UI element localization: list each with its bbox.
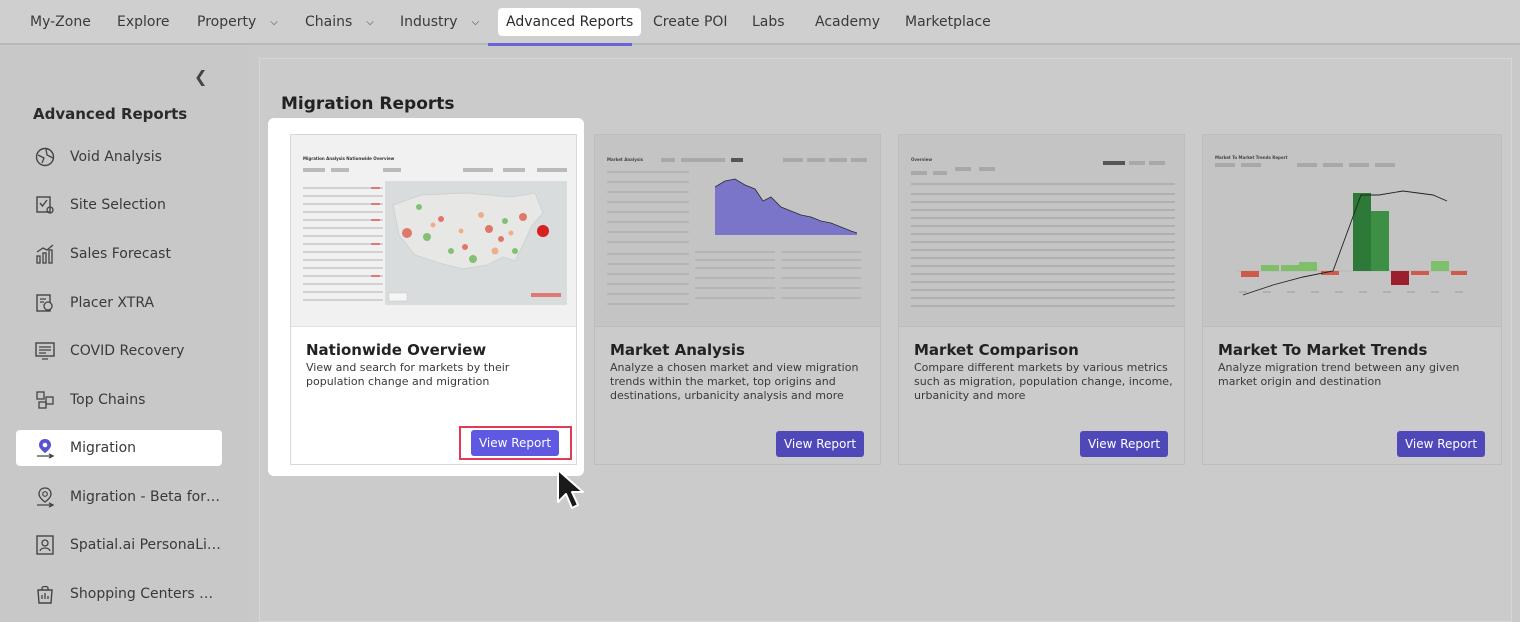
report-thumbnail: Migration Analysis Nationwide Overview bbox=[291, 135, 576, 327]
card-title: Nationwide Overview bbox=[306, 341, 487, 359]
sidebar-item-void-analysis[interactable]: Void Analysis bbox=[16, 139, 222, 175]
report-card-nationwide-overview[interactable]: Migration Analysis Nationwide Overview N… bbox=[290, 134, 577, 465]
card-title: Market To Market Trends bbox=[1218, 341, 1428, 359]
view-report-button[interactable]: View Report bbox=[1397, 431, 1485, 457]
nav-marketplace[interactable]: Marketplace bbox=[905, 8, 991, 36]
void-analysis-icon bbox=[35, 147, 55, 167]
active-tab-indicator bbox=[488, 43, 632, 46]
shopping-centers-icon bbox=[37, 585, 53, 604]
card-description: Compare different markets by various met… bbox=[914, 361, 1173, 402]
chevron-down-icon: ⌵ bbox=[270, 17, 278, 28]
sales-forecast-icon bbox=[36, 244, 54, 264]
report-card-market-to-market-trends[interactable]: Market To Market Trends Report Market To… bbox=[1202, 134, 1502, 465]
nav-academy[interactable]: Academy bbox=[815, 8, 880, 36]
card-description: View and search for markets by their pop… bbox=[306, 361, 510, 388]
page-title: Migration Reports bbox=[281, 94, 455, 114]
report-card-market-comparison[interactable]: Overview Market Comparison Compare diffe… bbox=[898, 134, 1185, 465]
sidebar-item-migration-beta[interactable]: Migration - Beta for Tes... bbox=[16, 479, 222, 515]
view-report-button[interactable]: View Report bbox=[776, 431, 864, 457]
mouse-pointer-icon bbox=[557, 469, 584, 509]
migration-icon bbox=[37, 439, 55, 459]
report-card-market-analysis[interactable]: Market Analysis Market Analysis Analyze … bbox=[594, 134, 881, 465]
view-report-highlight-outline bbox=[459, 426, 572, 460]
top-chains-icon bbox=[36, 391, 54, 409]
market-comparison-thumbnail bbox=[911, 161, 1175, 307]
card-title: Market Analysis bbox=[610, 341, 745, 359]
site-selection-icon bbox=[36, 196, 54, 214]
top-navigation: My-Zone Explore Property ⌵ Chains ⌵ Indust… bbox=[0, 0, 1520, 46]
card-description: Analyze migration trend between any give… bbox=[1218, 361, 1460, 388]
sidebar-item-persona-live[interactable]: Spatial.ai PersonaLive bbox=[16, 527, 222, 563]
sidebar-item-placer-xtra[interactable]: Placer XTRA bbox=[16, 285, 222, 321]
chevron-down-icon: ⌵ bbox=[471, 17, 480, 28]
sidebar-title: Advanced Reports bbox=[33, 105, 188, 123]
collapse-sidebar-icon[interactable]: ❮ bbox=[194, 67, 207, 86]
nav-create-poi[interactable]: Create POI bbox=[653, 8, 728, 36]
card-description: Analyze a chosen market and view migrati… bbox=[610, 361, 859, 402]
nav-industry[interactable]: Industry ⌵ bbox=[400, 8, 479, 36]
persona-live-icon bbox=[36, 535, 54, 555]
nationwide-map-thumbnail bbox=[303, 168, 567, 305]
nav-advanced-reports[interactable]: Advanced Reports bbox=[498, 8, 642, 36]
chevron-down-icon: ⌵ bbox=[366, 17, 374, 28]
sidebar-item-site-selection[interactable]: Site Selection bbox=[16, 187, 222, 223]
report-thumbnail: Market Analysis bbox=[595, 135, 880, 327]
card-title: Market Comparison bbox=[914, 341, 1079, 359]
placer-xtra-icon bbox=[36, 294, 53, 312]
market-analysis-thumbnail bbox=[607, 158, 867, 305]
report-thumbnail: Overview bbox=[899, 135, 1184, 327]
sidebar-item-migration[interactable]: Migration bbox=[16, 430, 222, 466]
sidebar-item-top-chains[interactable]: Top Chains bbox=[16, 382, 222, 418]
nav-chains[interactable]: Chains ⌵ bbox=[305, 8, 374, 36]
market-trends-thumbnail bbox=[1215, 163, 1469, 296]
sidebar-item-shopping-centers[interactable]: Shopping Centers Benc... bbox=[16, 576, 222, 612]
sidebar-item-sales-forecast[interactable]: Sales Forecast bbox=[16, 236, 222, 272]
covid-recovery-icon bbox=[35, 342, 55, 360]
report-thumbnail: Market To Market Trends Report bbox=[1203, 135, 1501, 327]
sidebar-item-covid-recovery[interactable]: COVID Recovery bbox=[16, 333, 222, 369]
nav-property[interactable]: Property ⌵ bbox=[197, 8, 278, 36]
nav-explore[interactable]: Explore bbox=[117, 8, 170, 36]
sidebar: ❮ Advanced Reports Void Analysis Site Se… bbox=[0, 47, 248, 622]
view-report-button[interactable]: View Report bbox=[1080, 431, 1168, 457]
nav-labs[interactable]: Labs bbox=[752, 8, 785, 36]
nav-my-zone[interactable]: My-Zone bbox=[30, 8, 91, 36]
migration-beta-icon bbox=[37, 487, 55, 508]
